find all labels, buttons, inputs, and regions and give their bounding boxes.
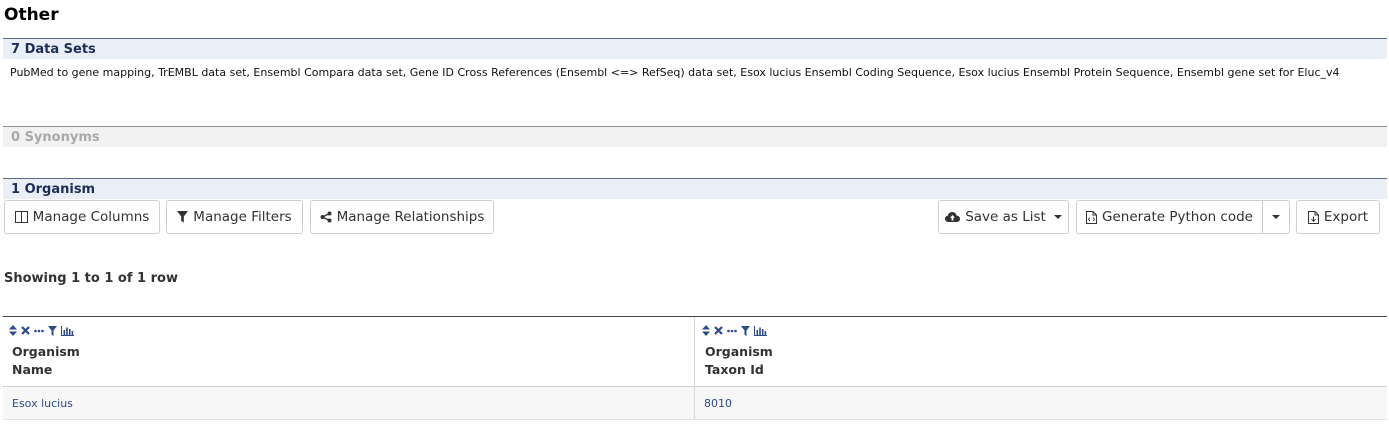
column-title-line1: Organism [705, 344, 773, 359]
manage-filters-label: Manage Filters [193, 209, 292, 225]
remove-column-icon[interactable] [21, 326, 30, 335]
share-icon [320, 211, 332, 223]
page-title: Other [4, 5, 59, 25]
synonyms-heading: 0 Synonyms [3, 126, 1387, 147]
bar-chart-icon[interactable] [754, 325, 767, 336]
column-tools [9, 325, 74, 336]
filter-icon[interactable] [741, 325, 750, 336]
manage-relationships-button[interactable]: Manage Relationships [310, 200, 494, 234]
column-title: Organism Name [12, 343, 80, 379]
export-label: Export [1323, 209, 1369, 225]
row-count-summary: Showing 1 to 1 of 1 row [4, 271, 178, 286]
manage-columns-button[interactable]: Manage Columns [4, 200, 160, 234]
organism-name-link[interactable]: Esox lucius [12, 397, 73, 410]
table-row: Esox lucius 8010 [3, 386, 1387, 420]
bar-chart-icon[interactable] [61, 325, 74, 336]
column-title-line2: Taxon Id [705, 362, 764, 377]
save-as-list-button[interactable]: Save as List [938, 200, 1069, 234]
column-title-line2: Name [12, 362, 53, 377]
taxon-id-link[interactable]: 8010 [704, 397, 732, 410]
more-icon[interactable] [727, 329, 737, 333]
column-header-organism-name: Organism Name [3, 317, 695, 386]
organism-heading: 1 Organism [3, 178, 1387, 199]
cloud-upload-icon [945, 212, 961, 222]
manage-columns-label: Manage Columns [32, 209, 150, 225]
column-header-organism-taxon-id: Organism Taxon Id [696, 317, 1387, 386]
table-cell-taxon-id: 8010 [696, 387, 1386, 419]
generate-code-button[interactable]: Generate Python code [1076, 200, 1263, 234]
chevron-down-icon [1053, 215, 1062, 219]
manage-relationships-label: Manage Relationships [336, 209, 485, 225]
filter-icon[interactable] [48, 325, 57, 336]
generate-code-options-button[interactable] [1262, 200, 1290, 234]
export-button[interactable]: Export [1296, 200, 1380, 234]
column-title-line1: Organism [12, 344, 80, 359]
generate-code-label: Generate Python code [1102, 209, 1253, 225]
chevron-down-icon [1272, 215, 1280, 219]
column-title: Organism Taxon Id [705, 343, 773, 379]
remove-column-icon[interactable] [714, 326, 723, 335]
sort-icon[interactable] [9, 325, 17, 336]
filter-icon [177, 211, 189, 223]
more-icon[interactable] [34, 329, 44, 333]
datasets-heading: 7 Data Sets [3, 38, 1387, 59]
column-tools [702, 325, 767, 336]
export-file-icon [1307, 210, 1319, 224]
manage-filters-button[interactable]: Manage Filters [166, 200, 303, 234]
code-file-icon [1086, 210, 1097, 224]
save-as-list-label: Save as List [965, 209, 1046, 225]
columns-icon [14, 211, 28, 223]
table-cell-organism-name: Esox lucius [3, 387, 695, 419]
sort-icon[interactable] [702, 325, 710, 336]
datasets-list: PubMed to gene mapping, TrEMBL data set,… [10, 66, 1340, 79]
